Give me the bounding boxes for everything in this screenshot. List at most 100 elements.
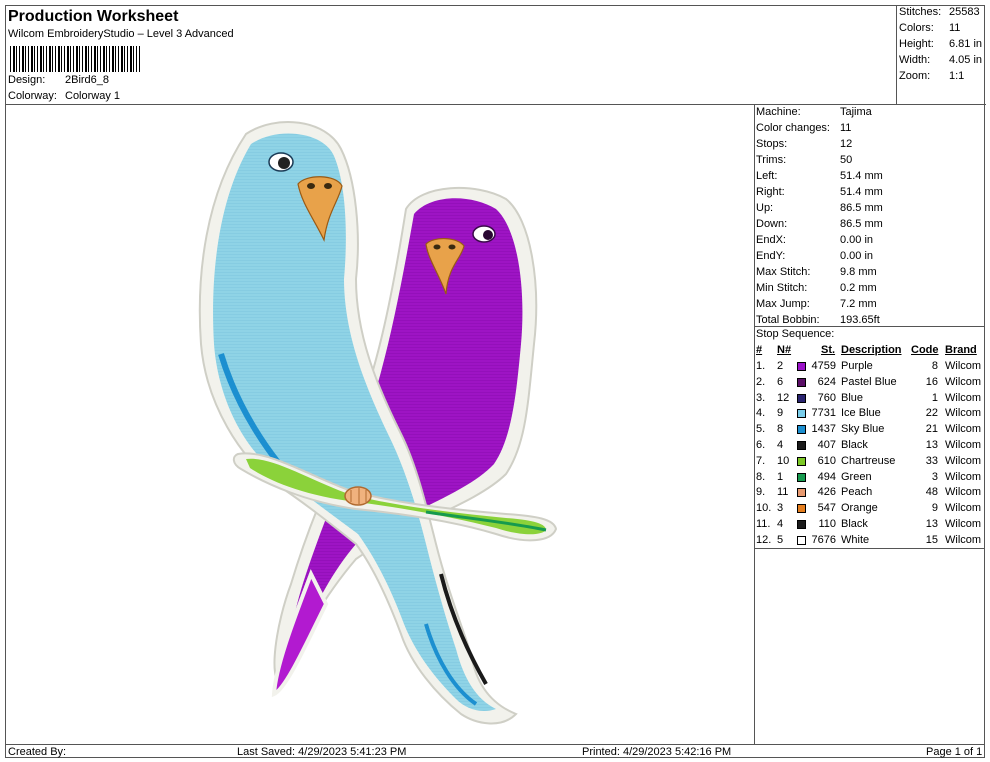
row-index: 10. (756, 502, 772, 514)
info-row: Stops: 12 (756, 138, 852, 150)
row-brand: Wilcom (945, 471, 982, 483)
row-code: 1 (931, 392, 938, 404)
info-label: Right: (756, 186, 785, 198)
barcode (10, 46, 140, 72)
row-code: 9 (931, 502, 938, 514)
row-needle: 2 (777, 360, 784, 372)
row-needle: 4 (777, 518, 784, 530)
color-swatch (797, 520, 806, 529)
row-description: Purple (841, 360, 873, 372)
row-code: 13 (925, 518, 938, 530)
row-stitches: 760 (817, 392, 836, 404)
info-row: Min Stitch: 0.2 mm (756, 282, 877, 294)
color-swatch (797, 473, 806, 482)
row-code: 16 (925, 376, 938, 388)
row-description: Blue (841, 392, 864, 404)
row-description: Orange (841, 502, 878, 514)
row-stitches: 7676 (811, 534, 836, 546)
stat-label: Width: (899, 54, 931, 66)
row-brand: Wilcom (945, 360, 982, 372)
color-swatch (797, 536, 806, 545)
row-stitches: 7731 (811, 407, 836, 419)
row-code: 13 (925, 439, 938, 451)
design-label: Design: (8, 74, 46, 86)
row-description: Ice Blue (841, 407, 881, 419)
row-needle: 9 (777, 407, 784, 419)
info-label: Left: (756, 170, 778, 182)
row-brand: Wilcom (945, 486, 982, 498)
info-row: Max Stitch: 9.8 mm (756, 266, 877, 278)
row-index: 8. (756, 471, 766, 483)
info-value: 0.00 in (840, 250, 874, 262)
info-row: Color changes: 11 (756, 122, 851, 134)
divider (754, 326, 985, 327)
colorway-row: Colorway: Colorway 1 (8, 90, 120, 102)
color-swatch (797, 425, 806, 434)
info-value: 86.5 mm (840, 218, 883, 230)
row-description: Black (841, 439, 868, 451)
stat-label: Height: (899, 38, 934, 50)
color-swatch (797, 488, 806, 497)
color-swatch (797, 504, 806, 513)
row-index: 2. (756, 376, 766, 388)
info-row: Total Bobbin: 193.65ft (756, 314, 880, 326)
row-stitches: 407 (817, 439, 836, 451)
row-brand: Wilcom (945, 376, 982, 388)
row-index: 9. (756, 486, 766, 498)
row-needle: 11 (777, 486, 789, 498)
row-description: White (841, 534, 870, 546)
row-index: 3. (756, 392, 766, 404)
info-label: Up: (756, 202, 774, 214)
info-label: Max Stitch: (756, 266, 811, 278)
worksheet-footer: Created By: Last Saved: 4/29/2023 5:41:2… (6, 744, 985, 759)
info-row: EndX: 0.00 in (756, 234, 873, 246)
divider (754, 548, 985, 549)
row-description: Pastel Blue (841, 376, 897, 388)
row-brand: Wilcom (945, 502, 982, 514)
embroidery-design-image (198, 121, 558, 725)
row-stitches: 547 (817, 502, 836, 514)
info-value: 11 (840, 122, 852, 134)
stat-value: 11 (949, 22, 961, 34)
info-label: Color changes: (756, 122, 830, 134)
colorway-label: Colorway: (8, 90, 57, 102)
design-stats: Stitches: 25583 Colors: 11 Height: 6.81 in … (896, 6, 986, 105)
stat-colors: Colors: 11 (899, 22, 960, 34)
row-brand: Wilcom (945, 423, 982, 435)
info-label: Total Bobbin: (756, 314, 820, 326)
stat-value: 6.81 in (949, 38, 983, 50)
col-header-brand: Brand (945, 344, 977, 356)
info-row: Max Jump: 7.2 mm (756, 298, 877, 310)
row-needle: 1 (777, 471, 784, 483)
worksheet-header: Production Worksheet Wilcom EmbroiderySt… (6, 6, 896, 105)
row-index: 5. (756, 423, 766, 435)
info-label: Min Stitch: (756, 282, 808, 294)
stat-label: Colors: (899, 22, 934, 34)
row-index: 4. (756, 407, 766, 419)
info-row: Up: 86.5 mm (756, 202, 883, 214)
row-index: 1. (756, 360, 766, 372)
color-swatch (797, 409, 806, 418)
info-value: 50 (840, 154, 853, 166)
row-index: 11. (756, 518, 771, 530)
col-header-stitches: St. (821, 344, 836, 356)
row-index: 7. (756, 455, 766, 467)
row-needle: 6 (777, 376, 784, 388)
col-header-description: Description (841, 344, 902, 356)
row-brand: Wilcom (945, 439, 982, 451)
col-header-code: Code (911, 344, 939, 356)
info-label: EndY: (756, 250, 786, 262)
row-needle: 12 (777, 392, 790, 404)
row-needle: 10 (777, 455, 790, 467)
row-needle: 5 (777, 534, 784, 546)
info-value: 193.65ft (840, 314, 880, 326)
stat-label: Zoom: (899, 70, 931, 82)
info-value: 0.00 in (840, 234, 874, 246)
color-swatch (797, 362, 806, 371)
page-title: Production Worksheet (8, 8, 179, 25)
row-code: 15 (925, 534, 938, 546)
row-stitches: 624 (817, 376, 836, 388)
info-row: Down: 86.5 mm (756, 218, 883, 230)
design-preview (6, 104, 755, 744)
stat-value: 4.05 in (949, 54, 983, 66)
